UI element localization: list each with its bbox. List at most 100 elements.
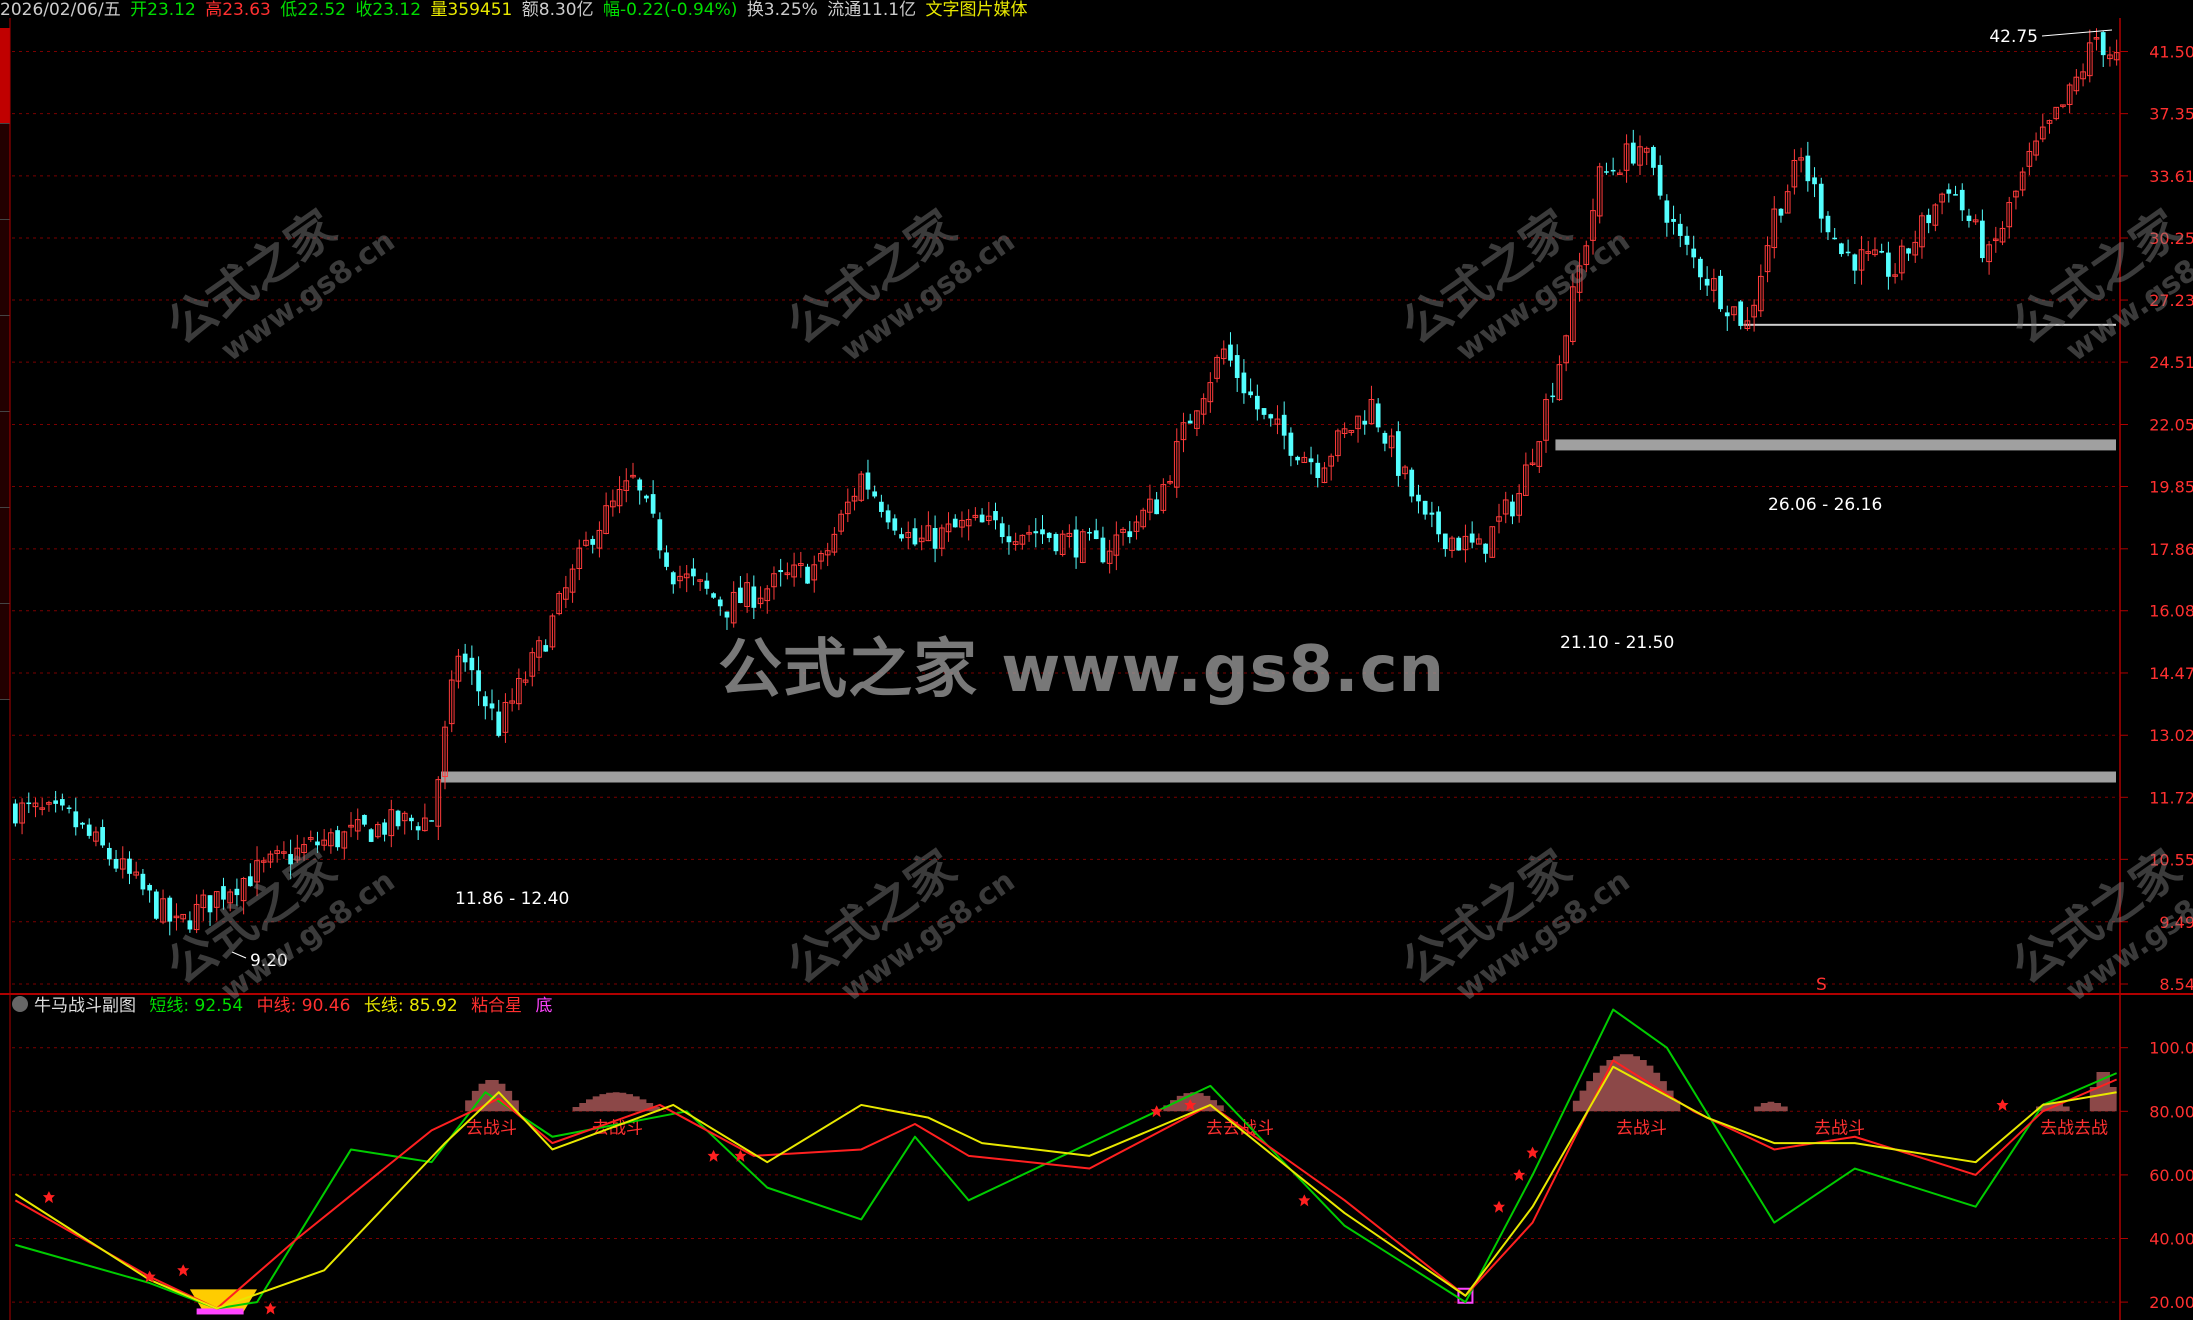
indicator-tick-label: 40.00 <box>2149 1230 2193 1249</box>
candle-body-down <box>1664 200 1670 223</box>
candle-body-down <box>1671 218 1676 222</box>
candle-body-down <box>865 472 871 490</box>
candle-body-down <box>1698 258 1703 278</box>
candle-body-down <box>1395 431 1401 476</box>
candle-body-down <box>1980 220 1985 259</box>
candle-body-down <box>1550 395 1556 398</box>
candle-body-down <box>469 657 475 671</box>
candle-body-down <box>1429 512 1435 515</box>
peak-price-label: 42.75 <box>1989 27 2038 47</box>
candle-body-down <box>1087 531 1092 534</box>
candle-body-down <box>315 841 320 846</box>
candle-body-down <box>1241 372 1247 394</box>
candle-body-down <box>1281 414 1287 436</box>
collapse-icon[interactable] <box>12 996 28 1012</box>
candle-body-down <box>1677 223 1683 236</box>
candle-body-down <box>738 587 743 604</box>
indicator-tick-label: 60.00 <box>2149 1166 2193 1185</box>
indicator-title[interactable]: 牛马战斗副图 <box>34 996 136 1016</box>
candle-body-down <box>1382 432 1388 444</box>
candle-body-down <box>395 810 401 827</box>
candle-body-down <box>86 824 92 836</box>
candle-body-down <box>1704 278 1710 286</box>
candle-body-down <box>1839 243 1844 255</box>
price-tick-label: 9.49 <box>2159 913 2193 932</box>
candle-body-down <box>704 580 710 589</box>
candle-body-down <box>1127 531 1133 538</box>
candle-body-down <box>1234 355 1240 378</box>
candle-body-down <box>1040 529 1045 535</box>
mid-line-label: 中线: 90.46 <box>256 996 351 1016</box>
candle-body-down <box>885 510 891 523</box>
candle-body-down <box>1254 395 1260 410</box>
candle-body-down <box>543 645 549 652</box>
candle-body-down <box>207 895 213 913</box>
candle-body-down <box>1483 543 1488 554</box>
price-tick-label: 19.85 <box>2149 478 2193 497</box>
candle-body-down <box>1959 189 1965 211</box>
band1-label: 11.86 - 12.40 <box>455 889 569 909</box>
candle-body-down <box>496 711 502 736</box>
candle-body-down <box>489 703 495 709</box>
signal-star <box>1493 1200 1506 1213</box>
candle-body-down <box>415 826 421 831</box>
low-arrow <box>231 951 247 959</box>
candle-body-down <box>993 511 998 521</box>
candle-body-down <box>187 920 193 930</box>
signal-star <box>264 1302 277 1315</box>
candle-body-down <box>1906 248 1911 254</box>
signal-star <box>1513 1168 1526 1181</box>
candle-body-down <box>892 518 898 531</box>
hump-label: 去战斗 <box>1814 1118 1865 1138</box>
candle-body-down <box>872 491 878 497</box>
hump-label: 去战斗 <box>466 1118 517 1138</box>
price-tick-label: 13.02 <box>2149 726 2193 745</box>
indicator-tick-label: 20.00 <box>2149 1293 2193 1312</box>
candle-body-down <box>60 799 65 806</box>
candle-body-down <box>288 854 293 865</box>
candle-body-down <box>1946 189 1952 194</box>
support-band <box>1555 439 2116 451</box>
candle-body-down <box>362 814 367 825</box>
candle-body-down <box>127 858 132 874</box>
candle-body-down <box>664 552 669 567</box>
candle-body-down <box>1805 155 1811 182</box>
s-marker: S <box>1816 975 1827 995</box>
candle-body-down <box>879 501 884 512</box>
candle-body-down <box>368 829 374 842</box>
watermark-center: 公式之家 www.gs8.cn <box>718 633 1446 707</box>
candle-body-down <box>778 570 784 573</box>
candle-body-down <box>167 897 173 922</box>
candle-body-down <box>1724 312 1730 317</box>
candle-body-down <box>1073 529 1079 558</box>
candle-body-down <box>1691 248 1697 258</box>
candle-body-down <box>1295 456 1300 461</box>
candle-body-down <box>1852 254 1858 271</box>
price-tick-label: 10.55 <box>2149 850 2193 869</box>
candle-body-down <box>66 807 72 809</box>
signal-star <box>707 1149 720 1162</box>
pattern-label: 粘合星 <box>471 996 523 1016</box>
candle-body-down <box>1187 420 1193 424</box>
candle-body-down <box>26 802 32 805</box>
candle-body-down <box>1248 391 1253 396</box>
candle-body-down <box>1778 208 1784 216</box>
candle-body-down <box>153 891 159 919</box>
indicator-tick-label: 100.0 <box>2149 1039 2193 1058</box>
candle-body-down <box>1362 420 1368 425</box>
candle-body-down <box>80 822 85 825</box>
candle-body-down <box>1604 171 1609 173</box>
price-tick-label: 11.72 <box>2149 788 2193 807</box>
candle-body-down <box>1053 533 1059 552</box>
price-tick-label: 33.61 <box>2149 167 2193 186</box>
candle-body-down <box>476 670 481 692</box>
candle-body-down <box>644 495 649 499</box>
candle-body-down <box>1315 462 1321 478</box>
candle-body-down <box>247 876 253 887</box>
candle-body-down <box>1456 537 1462 551</box>
candle-body-down <box>1442 533 1448 550</box>
candle-body-down <box>1422 500 1428 515</box>
support-bands <box>441 323 2117 783</box>
candle-body-down <box>1966 215 1972 222</box>
candle-body-down <box>1261 408 1267 415</box>
